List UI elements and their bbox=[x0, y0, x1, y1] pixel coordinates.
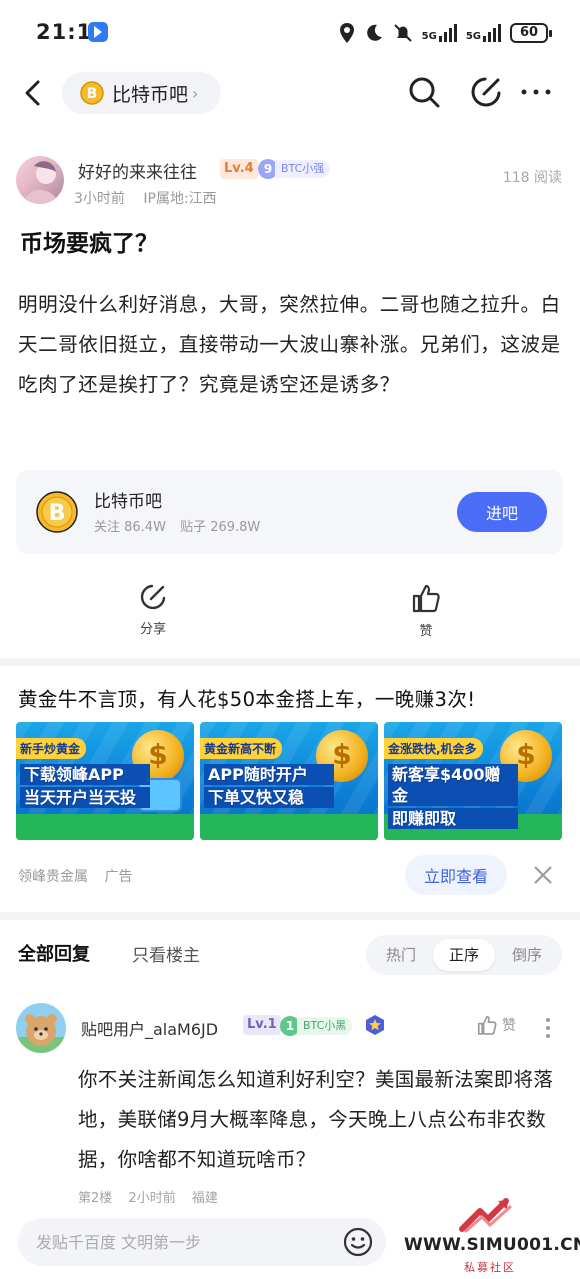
reply-floor: 第2楼 bbox=[78, 1191, 113, 1206]
back-arrow-icon[interactable] bbox=[18, 76, 50, 110]
top-nav-bar: B 比特币吧 › bbox=[0, 64, 580, 122]
section-divider bbox=[0, 912, 580, 920]
reply-time: 2小时前 bbox=[128, 1191, 176, 1206]
post-time: 3小时前 bbox=[74, 191, 125, 207]
post-title: 币场要疯了？ bbox=[20, 231, 158, 257]
tab-all-replies[interactable]: 全部回复 bbox=[18, 940, 90, 966]
reply-fan-name: BTC小黑 bbox=[297, 1017, 353, 1035]
post-meta: 3小时前 IP属地:江西 bbox=[74, 188, 217, 208]
thumbs-up-icon bbox=[477, 1015, 497, 1035]
reply-like-button[interactable]: 赞 bbox=[476, 1014, 516, 1036]
bitcoin-icon: B bbox=[36, 491, 78, 533]
sort-ascending[interactable]: 正序 bbox=[433, 939, 495, 971]
watermark-logo-icon bbox=[459, 1198, 512, 1233]
ad-source-name: 领峰贵金属 bbox=[18, 869, 88, 885]
ad-banner-tag: 黄金新高不断 bbox=[200, 738, 283, 759]
ad-banner-tag: 金涨跌快,机会多 bbox=[384, 738, 483, 759]
reply-username[interactable]: 贴吧用户_alaM6JD bbox=[81, 1016, 218, 1040]
battery-indicator: 60 bbox=[510, 23, 552, 43]
ad-banner-headline: 新客享$400赠金 即赚即取 bbox=[388, 764, 518, 831]
post-ip-location: IP属地:江西 bbox=[143, 191, 217, 207]
sort-hot[interactable]: 热门 bbox=[370, 939, 432, 971]
mute-bell-icon bbox=[393, 24, 412, 42]
author-avatar[interactable] bbox=[16, 156, 64, 204]
ad-banner-line1: 下载领峰APP bbox=[20, 764, 150, 785]
vertical-more-icon[interactable] bbox=[543, 1016, 553, 1040]
watermark-sub: 私募社区 bbox=[464, 1261, 516, 1274]
reply-location: 福建 bbox=[191, 1191, 218, 1206]
site-watermark: WWW.SIMU001.CN 私募社区 bbox=[400, 1195, 580, 1279]
ad-banner-line2: 当天开户当天投 bbox=[20, 787, 150, 808]
reply-input[interactable] bbox=[36, 1218, 336, 1266]
level-badge: Lv.4 bbox=[220, 159, 258, 179]
watermark-site: WWW.SIMU001.CN bbox=[404, 1235, 580, 1255]
ad-banner-1[interactable]: 新手炒黄金 下载领峰APP 当天开户当天投 bbox=[16, 722, 194, 840]
forum-posts: 贴子 269.8W bbox=[180, 520, 261, 535]
ad-banner-3[interactable]: 金涨跌快,机会多 新客享$400赠金 即赚即取 bbox=[384, 722, 562, 840]
forum-card-stats: 关注 86.4W 贴子 269.8W bbox=[94, 516, 260, 535]
sort-toggle: 热门 正序 倒序 bbox=[366, 935, 562, 975]
ad-banner-line1: APP随时开户 bbox=[204, 764, 334, 785]
reply-composer[interactable] bbox=[18, 1218, 386, 1266]
more-icon[interactable] bbox=[518, 74, 554, 110]
close-icon[interactable] bbox=[530, 862, 556, 888]
ad-view-now-button[interactable]: 立即查看 bbox=[405, 855, 507, 895]
reply-meta: 第2楼 2小时前 福建 bbox=[78, 1187, 218, 1206]
ad-banner-headline: 下载领峰APP 当天开户当天投 bbox=[20, 764, 150, 810]
forum-followers: 关注 86.4W bbox=[94, 520, 166, 535]
sort-descending[interactable]: 倒序 bbox=[496, 939, 558, 971]
ad-label: 广告 bbox=[104, 869, 133, 885]
ad-banner-line2: 即赚即取 bbox=[388, 808, 518, 829]
app-notification-icon bbox=[88, 22, 108, 42]
read-count: 118 阅读 bbox=[502, 170, 562, 186]
forum-pill-button[interactable]: B 比特币吧 › bbox=[62, 72, 221, 114]
reply-like-label: 赞 bbox=[502, 1018, 516, 1034]
svg-text:B: B bbox=[87, 86, 98, 102]
post-body: 明明没什么利好消息，大哥，突然拉伸。二哥也随之拉升。白天二哥依旧挺立，直接带动一… bbox=[18, 293, 561, 396]
enter-forum-button[interactable]: 进吧 bbox=[457, 492, 547, 532]
svg-text:B: B bbox=[49, 501, 66, 526]
compose-icon[interactable] bbox=[468, 74, 504, 110]
network-type-2: 5G bbox=[465, 31, 481, 42]
ad-banner-line1: 新客享$400赠金 bbox=[388, 764, 518, 806]
thumbs-up-icon bbox=[412, 584, 440, 613]
fan-badge[interactable]: 9 BTC小强 bbox=[258, 158, 331, 180]
ad-source: 领峰贵金属 广告 bbox=[18, 866, 132, 886]
forum-card[interactable]: B 比特币吧 关注 86.4W 贴子 269.8W 进吧 bbox=[16, 470, 563, 554]
bitcoin-icon: B bbox=[80, 81, 104, 105]
reply-avatar[interactable] bbox=[16, 1003, 66, 1053]
signal-icon: 5G bbox=[422, 24, 457, 42]
ad-banner-headline: APP随时开户 下单又快又稳 bbox=[204, 764, 334, 810]
share-button[interactable]: 分享 bbox=[113, 582, 193, 637]
chevron-right-icon: › bbox=[192, 83, 199, 103]
moon-icon bbox=[366, 24, 382, 41]
medal-icon bbox=[366, 1015, 384, 1035]
share-label: 分享 bbox=[139, 622, 166, 637]
banner-footer bbox=[200, 814, 378, 840]
section-divider bbox=[0, 658, 580, 666]
ad-banner-2[interactable]: 黄金新高不断 APP随时开户 下单又快又稳 bbox=[200, 722, 378, 840]
emoji-icon[interactable] bbox=[343, 1227, 373, 1257]
banner-footer bbox=[16, 814, 194, 840]
share-icon bbox=[140, 584, 166, 610]
search-icon[interactable] bbox=[406, 74, 442, 110]
ad-title[interactable]: 黄金牛不言顶，有人花$50本金搭上车，一晚赚3次! bbox=[18, 683, 475, 712]
reply-fan-badge[interactable]: 1 BTC小黑 bbox=[280, 1015, 353, 1037]
reply-level-badge: Lv.1 bbox=[243, 1015, 281, 1035]
signal-icon-2: 5G bbox=[466, 24, 501, 42]
ad-banner-line2: 下单又快又稳 bbox=[204, 787, 334, 808]
forum-pill-label: 比特币吧 bbox=[112, 83, 189, 106]
author-name[interactable]: 好好的来来往往 bbox=[78, 158, 197, 183]
like-button[interactable]: 赞 bbox=[386, 582, 466, 639]
status-icons: 5G 5G 60 bbox=[339, 20, 552, 46]
network-type-1: 5G bbox=[421, 31, 437, 42]
location-icon bbox=[339, 23, 354, 43]
tab-only-op[interactable]: 只看楼主 bbox=[132, 941, 200, 966]
ad-banner-tag: 新手炒黄金 bbox=[16, 738, 87, 759]
like-label: 赞 bbox=[419, 624, 433, 639]
fan-badge-name: BTC小强 bbox=[275, 160, 331, 178]
forum-card-name: 比特币吧 bbox=[94, 492, 162, 512]
status-bar: 21:12 5G 5G 60 bbox=[0, 0, 580, 64]
reply-body: 你不关注新闻怎么知道利好利空？美国最新法案即将落地，美联储9月大概率降息，今天晚… bbox=[78, 1068, 554, 1171]
